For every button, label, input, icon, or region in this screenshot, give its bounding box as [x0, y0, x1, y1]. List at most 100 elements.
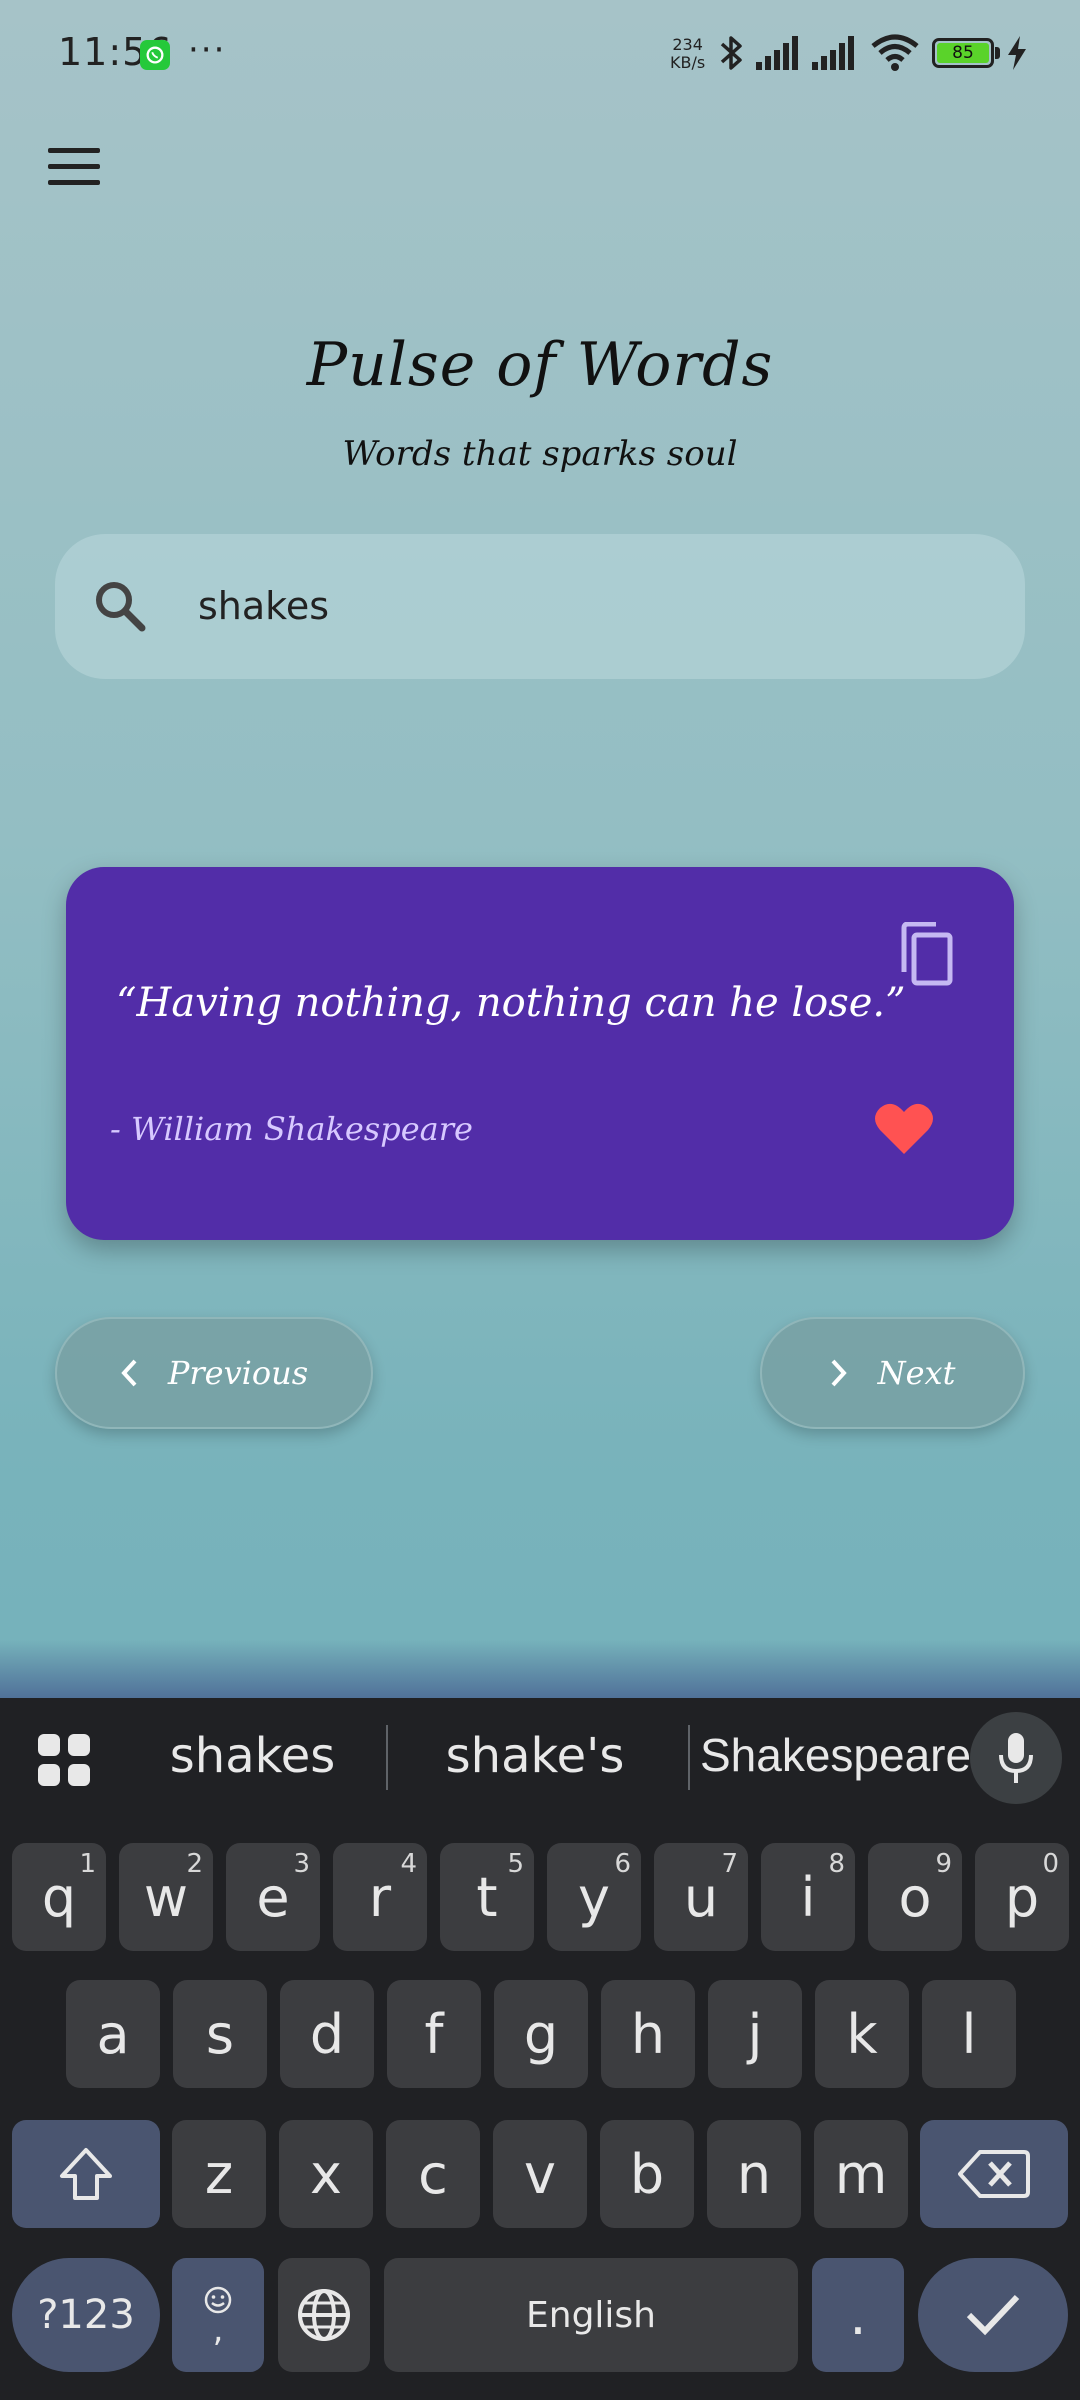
next-button[interactable]: Next [760, 1317, 1025, 1429]
key-r[interactable]: r4 [333, 1843, 427, 1951]
key-i[interactable]: i8 [761, 1843, 855, 1951]
key-l[interactable]: l [922, 1980, 1016, 2088]
key-h[interactable]: h [601, 1980, 695, 2088]
battery-tip [995, 47, 1000, 59]
apps-grid-icon[interactable] [36, 1732, 92, 1792]
menu-icon-line-3 [48, 180, 100, 185]
previous-label: Previous [167, 1354, 309, 1392]
heart-icon [875, 1103, 933, 1154]
symbols-key[interactable]: ?123 [12, 2258, 160, 2372]
whatsapp-icon [140, 40, 170, 70]
emoji-comma-key[interactable]: , [172, 2258, 264, 2372]
page-subtitle: Words that sparks soul [342, 434, 738, 474]
charging-icon [1006, 36, 1028, 74]
signal-icon-2 [812, 36, 860, 74]
key-label: q [41, 1865, 77, 1929]
suggestion-2[interactable]: shake's [420, 1728, 650, 1784]
language-key[interactable] [278, 2258, 370, 2372]
copy-icon [901, 921, 953, 986]
key-d[interactable]: d [280, 1980, 374, 2088]
key-u[interactable]: u7 [654, 1843, 748, 1951]
period-key[interactable]: . [812, 2258, 904, 2372]
key-s[interactable]: s [173, 1980, 267, 2088]
quote-text: “Having nothing, nothing can he lose.” [116, 980, 906, 1026]
key-k[interactable]: k [815, 1980, 909, 2088]
key-label: r [368, 1865, 392, 1929]
net-speed: 234 KB/s [670, 36, 705, 72]
key-t[interactable]: t5 [440, 1843, 534, 1951]
key-g[interactable]: g [494, 1980, 588, 2088]
favorite-button[interactable] [874, 1100, 934, 1160]
backspace-icon [958, 2150, 1030, 2198]
key-label: w [143, 1865, 189, 1929]
key-label: t [476, 1865, 498, 1929]
checkmark-icon [966, 2294, 1020, 2336]
microphone-icon [999, 1733, 1033, 1783]
quote-author: - William Shakespeare [110, 1110, 473, 1148]
key-x[interactable]: x [279, 2120, 373, 2228]
key-a[interactable]: a [66, 1980, 160, 2088]
globe-icon [298, 2289, 350, 2341]
battery-icon: 85 [932, 38, 994, 68]
suggestion-divider-2 [688, 1725, 690, 1790]
battery-level: 85 [937, 43, 989, 63]
suggestion-1[interactable]: shakes [150, 1728, 355, 1784]
key-m[interactable]: m [814, 2120, 908, 2228]
key-f[interactable]: f [387, 1980, 481, 2088]
key-label: p [1004, 1865, 1040, 1929]
key-label: o [898, 1865, 932, 1929]
key-v[interactable]: v [493, 2120, 587, 2228]
shift-key[interactable] [12, 2120, 160, 2228]
chevron-left-icon [120, 1359, 138, 1387]
status-bar: 11:56 ··· 234 KB/s 85 [0, 0, 1080, 110]
next-label: Next [877, 1354, 956, 1392]
overflow-dots-icon: ··· [188, 30, 227, 70]
backspace-key[interactable] [920, 2120, 1068, 2228]
key-label: i [800, 1865, 816, 1929]
voice-input-button[interactable] [970, 1712, 1062, 1804]
net-speed-value: 234 [672, 35, 703, 54]
quote-card [66, 867, 1014, 1240]
key-c[interactable]: c [386, 2120, 480, 2228]
key-number-hint: 0 [1042, 1849, 1059, 1879]
key-z[interactable]: z [172, 2120, 266, 2228]
key-number-hint: 5 [507, 1849, 524, 1879]
key-number-hint: 1 [79, 1849, 96, 1879]
suggestion-3[interactable]: Shakespeare [700, 1728, 971, 1782]
key-label: y [578, 1865, 610, 1929]
key-number-hint: 9 [935, 1849, 952, 1879]
signal-icon [756, 36, 804, 74]
key-number-hint: 6 [614, 1849, 631, 1879]
key-p[interactable]: p0 [975, 1843, 1069, 1951]
wifi-icon [870, 32, 920, 76]
shift-icon [60, 2148, 112, 2200]
search-icon [92, 578, 148, 638]
search-input[interactable] [196, 570, 980, 642]
key-o[interactable]: o9 [868, 1843, 962, 1951]
enter-key[interactable] [918, 2258, 1068, 2372]
net-speed-unit: KB/s [670, 53, 706, 72]
space-key[interactable]: English [384, 2258, 798, 2372]
key-number-hint: 7 [721, 1849, 738, 1879]
key-number-hint: 8 [828, 1849, 845, 1879]
previous-button[interactable]: Previous [55, 1317, 373, 1429]
menu-button[interactable] [48, 148, 106, 196]
key-n[interactable]: n [707, 2120, 801, 2228]
key-w[interactable]: w2 [119, 1843, 213, 1951]
key-number-hint: 3 [293, 1849, 310, 1879]
key-label: e [256, 1865, 290, 1929]
chevron-right-icon [830, 1359, 848, 1387]
key-y[interactable]: y6 [547, 1843, 641, 1951]
menu-icon [48, 148, 100, 153]
key-b[interactable]: b [600, 2120, 694, 2228]
key-number-hint: 2 [186, 1849, 203, 1879]
key-j[interactable]: j [708, 1980, 802, 2088]
keyboard-top-fade [0, 1640, 1080, 1700]
key-q[interactable]: q1 [12, 1843, 106, 1951]
key-e[interactable]: e3 [226, 1843, 320, 1951]
page-title: Pulse of Words [306, 330, 774, 400]
key-label: u [683, 1865, 719, 1929]
comma-label: , [212, 2310, 224, 2350]
key-number-hint: 4 [400, 1849, 417, 1879]
menu-icon-line-2 [48, 164, 100, 169]
